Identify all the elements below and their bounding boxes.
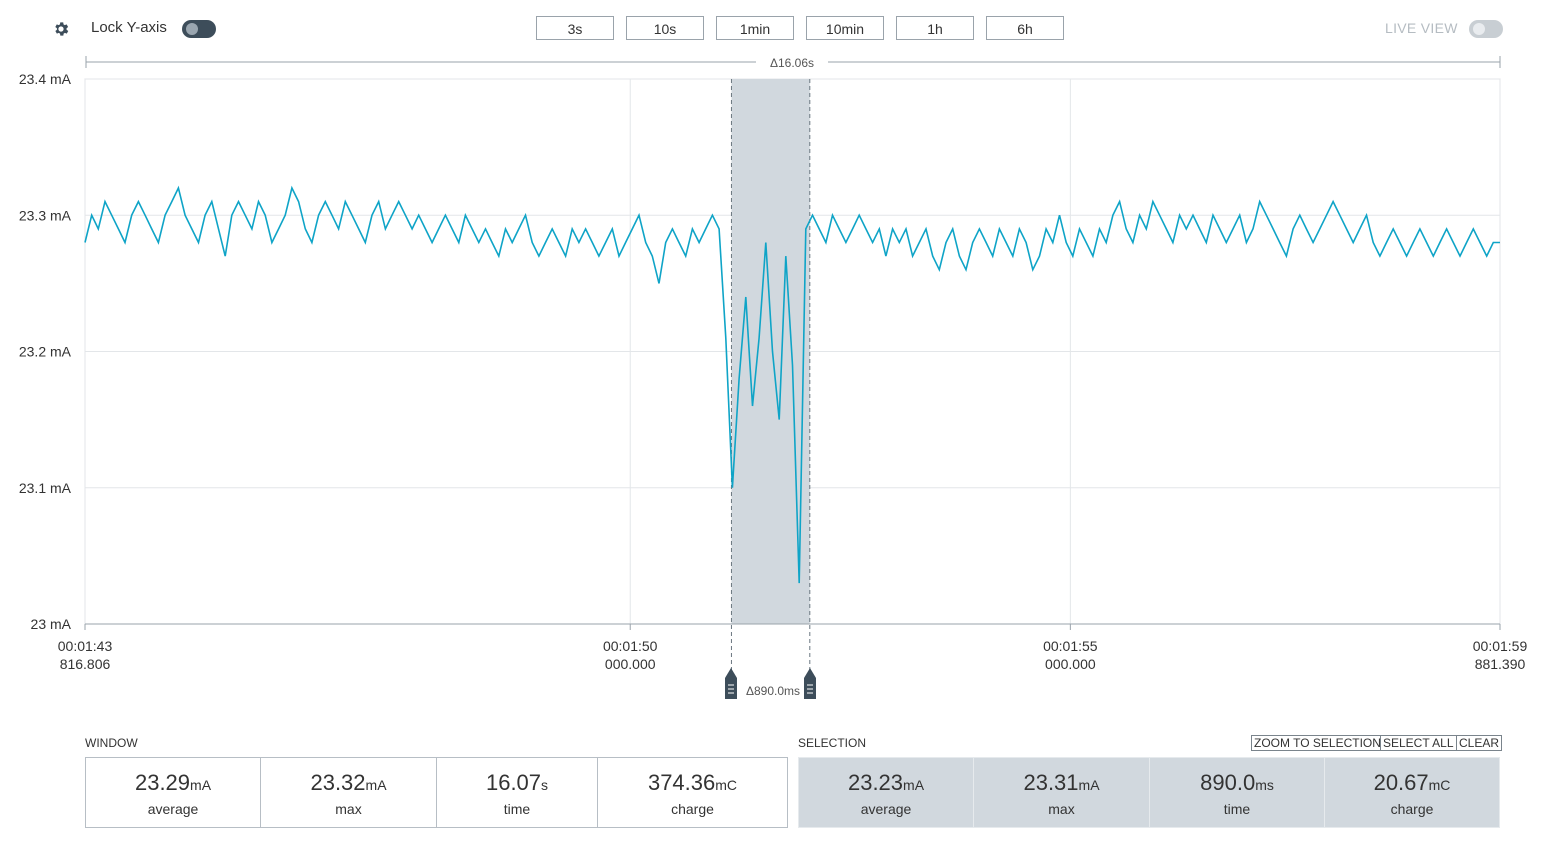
selection-charge-cell: 20.67mC charge [1325, 757, 1500, 828]
y-tick-label: 23.2 mA [19, 344, 72, 360]
stat-unit: mC [715, 777, 738, 793]
stat-label: max [1048, 801, 1075, 817]
window-stats: 23.29mA average 23.32mA max 16.07s time … [85, 757, 788, 828]
stat-unit: mA [365, 777, 387, 793]
zoom-to-selection-button[interactable]: ZOOM TO SELECTION [1251, 735, 1384, 751]
selection-time-value: 890.0 [1200, 770, 1256, 795]
stat-label: charge [1390, 801, 1434, 817]
selection-max-cell: 23.31mA max [974, 757, 1150, 828]
handle-shape [725, 668, 737, 699]
stat-label: time [503, 801, 531, 817]
window-span-label: Δ16.06s [770, 56, 814, 70]
stat-label: average [147, 801, 199, 817]
stat-value: 23.23mA [799, 770, 973, 796]
cursor-span-label: Δ890.0ms [746, 684, 800, 698]
stat-value: 20.67mC [1325, 770, 1499, 796]
current-chart[interactable]: Δ16.06s 23.4 mA 23.3 mA 23.2 mA 23.1 mA 23 m… [0, 0, 1542, 720]
stat-value: 16.07s [437, 770, 597, 796]
window-time-cell: 16.07s time [437, 757, 598, 828]
selection-time-cell: 890.0ms time [1150, 757, 1325, 828]
stat-value: 23.29mA [86, 770, 260, 796]
stat-unit: s [541, 777, 549, 793]
stat-unit: mC [1428, 777, 1451, 793]
window-average-cell: 23.29mA average [85, 757, 261, 828]
x-tick-label: 00:01:50 [603, 638, 658, 654]
x-tick-label: 816.806 [60, 656, 111, 672]
y-tick-label: 23.4 mA [19, 71, 72, 87]
selection-stats-title: SELECTION [798, 736, 867, 750]
x-tick-label: 000.000 [605, 656, 656, 672]
window-max-cell: 23.32mA max [261, 757, 437, 828]
selection-stats: 23.23mA average 23.31mA max 890.0ms time… [798, 757, 1500, 828]
x-tick-label: 000.000 [1045, 656, 1096, 672]
x-axis-ticks: 00:01:43 816.806 00:01:50 000.000 00:01:55 00… [58, 624, 1528, 672]
stat-label: time [1223, 801, 1251, 817]
x-tick-label: 00:01:43 [58, 638, 113, 654]
x-tick-label: 00:01:59 [1473, 638, 1528, 654]
window-max-value: 23.32 [310, 770, 366, 795]
y-axis-ticks: 23.4 mA 23.3 mA 23.2 mA 23.1 mA 23 mA [19, 71, 72, 632]
stat-value: 374.36mC [598, 770, 787, 796]
y-tick-label: 23.3 mA [19, 207, 72, 223]
handle-shape [804, 668, 816, 699]
stat-value: 23.31mA [974, 770, 1149, 796]
selection-max-value: 23.31 [1023, 770, 1079, 795]
left-cursor-handle[interactable] [725, 668, 737, 699]
stat-value: 23.32mA [261, 770, 436, 796]
selection-average-value: 23.23 [847, 770, 904, 795]
window-average-value: 23.29 [134, 770, 191, 795]
x-tick-label: 00:01:55 [1043, 638, 1098, 654]
stat-unit: ms [1255, 777, 1274, 793]
selection-average-cell: 23.23mA average [798, 757, 974, 828]
stat-label: charge [671, 801, 714, 817]
select-all-button[interactable]: SELECT ALL [1380, 735, 1457, 751]
y-tick-label: 23.1 mA [19, 480, 72, 496]
stat-unit: mA [190, 777, 212, 793]
window-charge-value: 374.36 [647, 770, 716, 795]
window-time-value: 16.07 [485, 770, 542, 795]
stat-label: average [860, 801, 912, 817]
stat-label: max [335, 801, 362, 817]
y-tick-label: 23 mA [31, 616, 72, 632]
selection-charge-value: 20.67 [1373, 770, 1429, 795]
stat-value: 890.0ms [1150, 770, 1324, 796]
window-charge-cell: 374.36mC charge [598, 757, 788, 828]
window-stats-title: WINDOW [85, 736, 138, 750]
clear-button[interactable]: CLEAR [1456, 735, 1503, 751]
stat-unit: mA [903, 777, 925, 793]
right-cursor-handle[interactable] [804, 668, 816, 699]
x-tick-label: 881.390 [1475, 656, 1526, 672]
stat-unit: mA [1078, 777, 1100, 793]
